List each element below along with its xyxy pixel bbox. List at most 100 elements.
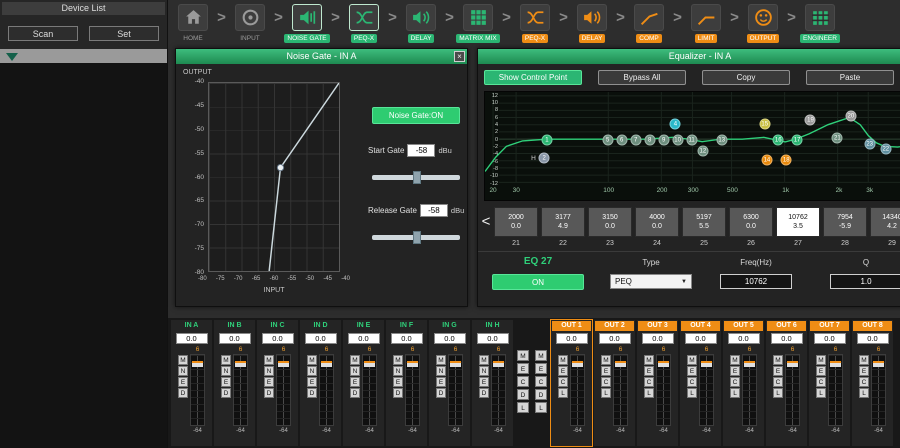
channel-strip-in-c[interactable]: IN C0.0MNED6-64	[257, 320, 298, 446]
channel-key-D[interactable]: D	[178, 388, 188, 398]
channel-key-D[interactable]: D	[307, 388, 317, 398]
eq-control-point-7[interactable]: 7	[630, 135, 641, 146]
eq-control-point-6[interactable]: 6	[616, 135, 627, 146]
eq-control-point-14[interactable]: 14	[761, 155, 772, 166]
toolbar-item-output[interactable]: OUTPUT	[742, 4, 784, 43]
channel-key-C[interactable]: C	[687, 377, 697, 387]
channel-key-C[interactable]: C	[730, 377, 740, 387]
fader-track[interactable]	[871, 354, 886, 426]
channel-key-M[interactable]: M	[687, 355, 697, 365]
eq-control-point-13[interactable]: 13	[716, 135, 727, 146]
toolbar-item-home[interactable]: HOME	[172, 4, 214, 43]
channel-key-E[interactable]: E	[730, 366, 740, 376]
fader-handle[interactable]	[572, 361, 583, 367]
fader-handle[interactable]	[321, 361, 332, 367]
channel-key-E[interactable]: E	[687, 366, 697, 376]
channel-strip-in-e[interactable]: IN E0.0MNED6-64	[343, 320, 384, 446]
eq-control-point-4[interactable]: 4	[670, 118, 681, 129]
channel-gain-value[interactable]: 0.0	[262, 333, 294, 344]
eq-button-paste[interactable]: Paste	[806, 70, 894, 85]
channel-key-E[interactable]: E	[644, 366, 654, 376]
channel-key-N[interactable]: N	[393, 366, 403, 376]
fader-track[interactable]	[448, 354, 463, 426]
channel-gain-value[interactable]: 0.0	[857, 333, 889, 344]
eq-band-27[interactable]: 107623.527	[776, 207, 820, 247]
channel-key-M[interactable]: M	[730, 355, 740, 365]
start-gate-input[interactable]	[407, 144, 435, 157]
channel-strip-out-5[interactable]: OUT 50.0MECL6-64	[723, 320, 764, 446]
fader-handle[interactable]	[364, 361, 375, 367]
channel-gain-value[interactable]: 0.0	[599, 333, 631, 344]
fader-track[interactable]	[276, 354, 291, 426]
channel-key-D[interactable]: D	[350, 388, 360, 398]
channel-gain-value[interactable]: 0.0	[477, 333, 509, 344]
channel-key-C[interactable]: C	[859, 377, 869, 387]
channel-strip-out-7[interactable]: OUT 70.0MECL6-64	[809, 320, 850, 446]
channel-strip-in-h[interactable]: IN H0.0MNED6-64	[472, 320, 513, 446]
channel-key-E[interactable]: E	[307, 377, 317, 387]
eq-button-show-control-point[interactable]: Show Control Point	[484, 70, 582, 85]
eq-band-box[interactable]: 51975.5	[682, 207, 726, 237]
channel-key-D[interactable]: D	[436, 388, 446, 398]
eq-band-box[interactable]: 63000.0	[729, 207, 773, 237]
start-gate-slider-thumb[interactable]	[413, 171, 421, 184]
eq-band-box[interactable]: 31500.0	[588, 207, 632, 237]
channel-gain-value[interactable]: 0.0	[556, 333, 588, 344]
eq-band-28[interactable]: 7954-5.928	[823, 207, 867, 247]
toolbar-item-peq-x[interactable]: PEQ-X	[343, 4, 385, 43]
eq-band-22[interactable]: 31774.922	[541, 207, 585, 247]
eq-control-point-2[interactable]: 2	[539, 153, 550, 164]
fader-handle[interactable]	[658, 361, 669, 367]
channel-key-M[interactable]: M	[264, 355, 274, 365]
fader-track[interactable]	[613, 354, 628, 426]
link-key-D[interactable]: D	[535, 389, 547, 400]
channel-strip-in-d[interactable]: IN D0.0MNED6-64	[300, 320, 341, 446]
eq-control-point-20[interactable]: 20	[845, 111, 856, 122]
channel-gain-value[interactable]: 0.0	[348, 333, 380, 344]
eq-on-button[interactable]: ON	[492, 274, 584, 290]
channel-key-N[interactable]: N	[436, 366, 446, 376]
toolbar-item-input[interactable]: INPUT	[229, 4, 271, 43]
link-key-D[interactable]: D	[517, 389, 529, 400]
eq-band-box[interactable]: 107623.5	[776, 207, 820, 237]
start-gate-slider[interactable]	[372, 175, 460, 180]
channel-gain-value[interactable]: 0.0	[728, 333, 760, 344]
link-key-M[interactable]: M	[517, 350, 529, 361]
type-dropdown[interactable]: PEQ ▼	[610, 274, 692, 289]
eq-band-box[interactable]: 143404.2	[870, 207, 900, 237]
channel-strip-out-2[interactable]: OUT 20.0MECL6-64	[594, 320, 635, 446]
link-key-C[interactable]: C	[535, 376, 547, 387]
channel-gain-value[interactable]: 0.0	[434, 333, 466, 344]
freq-input[interactable]: 10762	[720, 274, 792, 289]
set-button[interactable]: Set	[89, 26, 159, 41]
channel-key-E[interactable]: E	[479, 377, 489, 387]
band-nav-left-icon[interactable]: <	[478, 207, 494, 239]
eq-control-point-11[interactable]: 11	[686, 135, 697, 146]
eq-band-box[interactable]: 7954-5.9	[823, 207, 867, 237]
channel-key-L[interactable]: L	[816, 388, 826, 398]
toolbar-item-limit[interactable]: LIMIT	[685, 4, 727, 43]
eq-button-copy[interactable]: Copy	[702, 70, 790, 85]
toolbar-item-noise-gate[interactable]: NOISE GATE	[286, 4, 328, 43]
fader-handle[interactable]	[407, 361, 418, 367]
link-key-E[interactable]: E	[535, 363, 547, 374]
channel-key-L[interactable]: L	[859, 388, 869, 398]
fader-handle[interactable]	[701, 361, 712, 367]
channel-key-M[interactable]: M	[436, 355, 446, 365]
channel-key-E[interactable]: E	[773, 366, 783, 376]
channel-key-E[interactable]: E	[393, 377, 403, 387]
fader-track[interactable]	[190, 354, 205, 426]
eq-control-point-15[interactable]: 15	[759, 118, 770, 129]
fader-track[interactable]	[491, 354, 506, 426]
channel-key-M[interactable]: M	[350, 355, 360, 365]
fader-handle[interactable]	[450, 361, 461, 367]
fader-handle[interactable]	[873, 361, 884, 367]
eq-band-box[interactable]: 20000.0	[494, 207, 538, 237]
eq-band-box[interactable]: 40000.0	[635, 207, 679, 237]
eq-control-point-22[interactable]: 22	[880, 144, 891, 155]
toolbar-item-delay[interactable]: DELAY	[400, 4, 442, 43]
toolbar-item-comp[interactable]: COMP	[628, 4, 670, 43]
fader-track[interactable]	[362, 354, 377, 426]
noise-gate-plot[interactable]	[208, 82, 340, 272]
channel-key-E[interactable]: E	[859, 366, 869, 376]
